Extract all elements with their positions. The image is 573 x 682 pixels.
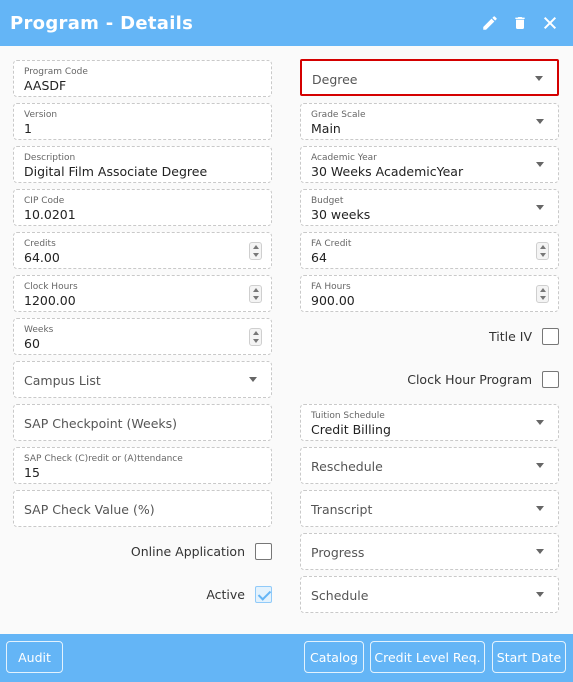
field-value: 30 weeks (311, 207, 371, 222)
catalog-button[interactable]: Catalog (304, 641, 364, 673)
schedule-select[interactable]: Schedule (300, 576, 559, 613)
reschedule-select[interactable]: Reschedule (300, 447, 559, 484)
transcript-select[interactable]: Transcript (300, 490, 559, 527)
field-value: 1200.00 (24, 293, 76, 308)
field-value: Credit Billing (311, 422, 391, 437)
degree-select[interactable]: Degree (300, 59, 559, 96)
field-label: FA Hours (311, 282, 351, 292)
field-label: Weeks (24, 325, 54, 335)
title-iv-label: Title IV (489, 329, 532, 344)
field-value: 64 (311, 250, 327, 265)
field-placeholder: Degree (312, 72, 358, 87)
chevron-down-icon (536, 463, 544, 468)
credits-field[interactable]: Credits 64.00 (13, 232, 272, 269)
dialog-header: Program - Details (0, 0, 573, 46)
title-iv-checkbox[interactable] (542, 328, 559, 345)
chevron-down-icon (249, 377, 257, 382)
field-value: Digital Film Associate Degree (24, 164, 208, 179)
weeks-field[interactable]: Weeks 60 (13, 318, 272, 355)
clock-hour-program-label: Clock Hour Program (407, 372, 532, 387)
progress-select[interactable]: Progress (300, 533, 559, 570)
online-application-label: Online Application (130, 544, 245, 559)
sap-check-value-field[interactable]: SAP Check Value (%) (13, 490, 272, 527)
chevron-down-icon (535, 76, 543, 81)
field-placeholder: Campus List (24, 373, 101, 388)
clock-hours-stepper[interactable] (249, 285, 262, 303)
field-value: 10.0201 (24, 207, 76, 222)
online-application-checkbox[interactable] (255, 543, 272, 560)
sap-checkpoint-field[interactable]: SAP Checkpoint (Weeks) (13, 404, 272, 441)
header-actions (481, 0, 559, 46)
tuition-schedule-select[interactable]: Tuition Schedule Credit Billing (300, 404, 559, 441)
chevron-down-icon (536, 549, 544, 554)
chevron-down-icon (536, 506, 544, 511)
field-label: Credits (24, 239, 56, 249)
fa-hours-field[interactable]: FA Hours 900.00 (300, 275, 559, 312)
field-label: Clock Hours (24, 282, 78, 292)
description-field[interactable]: Description Digital Film Associate Degre… (13, 146, 272, 183)
fa-credit-field[interactable]: FA Credit 64 (300, 232, 559, 269)
credits-stepper[interactable] (249, 242, 262, 260)
budget-select[interactable]: Budget 30 weeks (300, 189, 559, 226)
active-checkbox[interactable] (255, 586, 272, 603)
pencil-icon[interactable] (481, 13, 499, 33)
fa-hours-stepper[interactable] (536, 285, 549, 303)
clock-hour-program-row: Clock Hour Program (300, 361, 559, 398)
field-value: 900.00 (311, 293, 355, 308)
grade-scale-select[interactable]: Grade Scale Main (300, 103, 559, 140)
academic-year-select[interactable]: Academic Year 30 Weeks AcademicYear (300, 146, 559, 183)
field-value: 60 (24, 336, 40, 351)
field-label: Tuition Schedule (311, 411, 385, 421)
chevron-down-icon (536, 592, 544, 597)
start-date-button[interactable]: Start Date (492, 641, 566, 673)
title-iv-row: Title IV (300, 318, 559, 355)
field-label: SAP Check (C)redit or (A)ttendance (24, 454, 183, 464)
program-code-field[interactable]: Program Code AASDF (13, 60, 272, 97)
field-value: 30 Weeks AcademicYear (311, 164, 464, 179)
online-application-row: Online Application (13, 533, 272, 570)
trash-icon[interactable] (511, 13, 529, 33)
dialog-body: Program Code AASDF Version 1 Description… (0, 46, 573, 634)
fa-credit-stepper[interactable] (536, 242, 549, 260)
dialog-title: Program - Details (10, 12, 194, 34)
active-label: Active (206, 587, 245, 602)
cip-code-field[interactable]: CIP Code 10.0201 (13, 189, 272, 226)
chevron-down-icon (536, 119, 544, 124)
close-icon[interactable] (541, 13, 559, 33)
field-placeholder: SAP Checkpoint (Weeks) (24, 416, 178, 431)
audit-button[interactable]: Audit (6, 641, 63, 673)
field-value: 64.00 (24, 250, 60, 265)
campus-list-select[interactable]: Campus List (13, 361, 272, 398)
field-value: Main (311, 121, 341, 136)
chevron-down-icon (536, 205, 544, 210)
version-field[interactable]: Version 1 (13, 103, 272, 140)
field-label: Program Code (24, 67, 88, 77)
chevron-down-icon (536, 162, 544, 167)
chevron-down-icon (536, 420, 544, 425)
field-label: Version (24, 110, 58, 120)
credit-level-req-button[interactable]: Credit Level Req. (370, 641, 485, 673)
field-label: Description (24, 153, 76, 163)
field-value: AASDF (24, 78, 67, 93)
field-label: CIP Code (24, 196, 65, 206)
field-label: Grade Scale (311, 110, 366, 120)
field-placeholder: SAP Check Value (%) (24, 502, 155, 517)
field-placeholder: Reschedule (311, 459, 383, 474)
field-value: 15 (24, 465, 40, 480)
clock-hours-field[interactable]: Clock Hours 1200.00 (13, 275, 272, 312)
field-placeholder: Transcript (311, 502, 373, 517)
field-value: 1 (24, 121, 32, 136)
weeks-stepper[interactable] (249, 328, 262, 346)
field-label: FA Credit (311, 239, 352, 249)
field-label: Academic Year (311, 153, 377, 163)
clock-hour-program-checkbox[interactable] (542, 371, 559, 388)
active-row: Active (13, 576, 272, 613)
sap-check-type-field[interactable]: SAP Check (C)redit or (A)ttendance 15 (13, 447, 272, 484)
dialog-footer: Audit Catalog Credit Level Req. Start Da… (0, 634, 573, 682)
field-placeholder: Progress (311, 545, 365, 560)
field-label: Budget (311, 196, 344, 206)
field-placeholder: Schedule (311, 588, 369, 603)
